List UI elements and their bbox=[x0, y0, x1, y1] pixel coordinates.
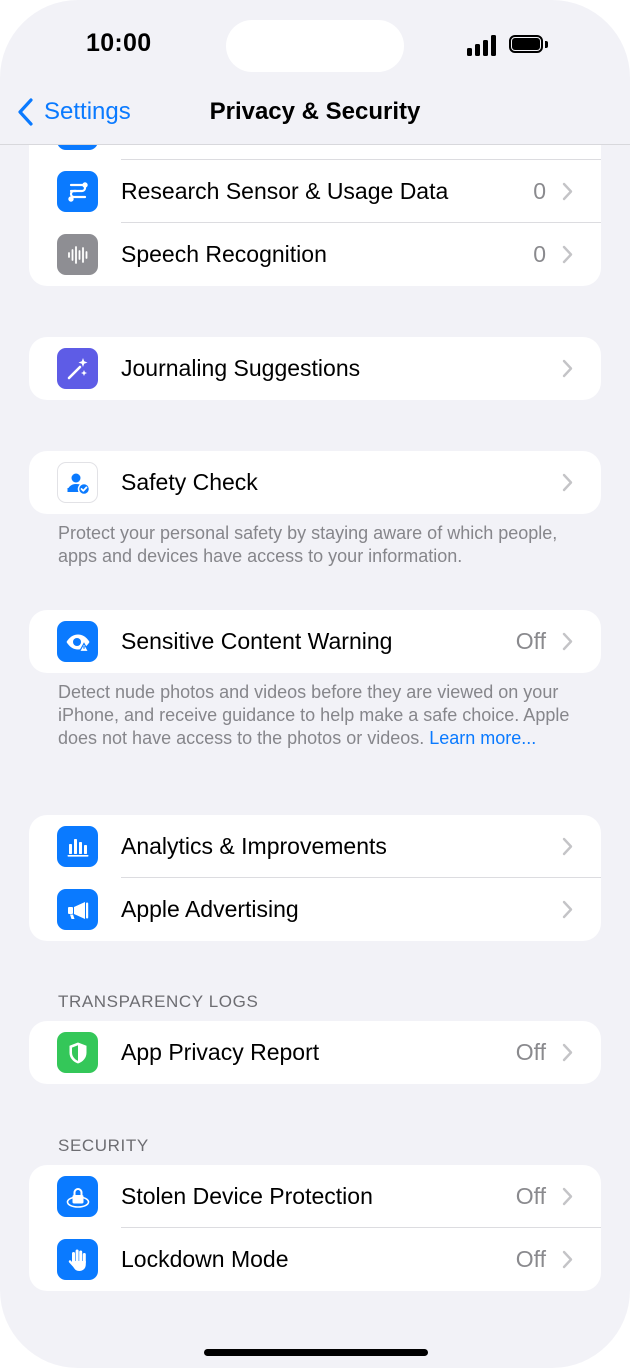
shield-icon bbox=[57, 1032, 98, 1073]
battery-icon bbox=[509, 35, 549, 55]
chevron-right-icon bbox=[562, 182, 573, 201]
row-value: 0 bbox=[533, 241, 546, 267]
hand-icon bbox=[57, 1239, 98, 1280]
row-sensitive-content-warning[interactable]: Sensitive Content Warning Off bbox=[29, 610, 601, 673]
chevron-right-icon bbox=[562, 632, 573, 651]
row-value: 0 bbox=[533, 178, 546, 204]
cellular-signal-icon bbox=[467, 34, 499, 56]
eye-warning-icon bbox=[57, 621, 98, 662]
row-label: Lockdown Mode bbox=[121, 1246, 289, 1272]
row-label: Research Sensor & Usage Data bbox=[121, 178, 449, 204]
status-time: 10:00 bbox=[86, 29, 152, 57]
page-title: Privacy & Security bbox=[209, 98, 421, 125]
row-label: Sensitive Content Warning bbox=[121, 628, 393, 654]
chevron-right-icon bbox=[562, 1043, 573, 1062]
chevron-right-icon bbox=[562, 1250, 573, 1269]
section-header-transparency: TRANSPARENCY LOGS bbox=[58, 992, 259, 1011]
group-transparency-logs: App Privacy Report Off bbox=[29, 1021, 601, 1084]
group-sensitive-content: Sensitive Content Warning Off bbox=[29, 610, 601, 673]
row-research-sensor[interactable]: Research Sensor & Usage Data 0 bbox=[29, 160, 601, 223]
row-app-privacy-report[interactable]: App Privacy Report Off bbox=[29, 1021, 601, 1084]
row-label: Stolen Device Protection bbox=[121, 1183, 373, 1209]
row-value: Off bbox=[515, 628, 546, 654]
section-header-security: SECURITY bbox=[58, 1136, 149, 1155]
sensitive-content-footnote: Detect nude photos and videos before the… bbox=[58, 681, 578, 750]
row-journaling-suggestions[interactable]: Journaling Suggestions bbox=[29, 337, 601, 400]
row-label: App Privacy Report bbox=[121, 1039, 320, 1065]
row-speech-recognition[interactable]: Speech Recognition 0 bbox=[29, 223, 601, 286]
chevron-right-icon bbox=[562, 473, 573, 492]
sparkles-icon bbox=[57, 348, 98, 389]
group-security: Stolen Device Protection Off Lockdown Mo… bbox=[29, 1165, 601, 1291]
phone-screen: 10:00 Research Sensor & Usage Data 0 Spe… bbox=[0, 0, 630, 1368]
chevron-right-icon bbox=[562, 245, 573, 264]
row-value: Off bbox=[515, 1246, 546, 1272]
chevron-right-icon bbox=[562, 1187, 573, 1206]
row-label: Speech Recognition bbox=[121, 241, 327, 267]
row-lockdown-mode[interactable]: Lockdown Mode Off bbox=[29, 1228, 601, 1291]
chevron-right-icon bbox=[562, 900, 573, 919]
group-safety-check: Safety Check bbox=[29, 451, 601, 514]
waveform-icon bbox=[57, 234, 98, 275]
chevron-right-icon bbox=[562, 359, 573, 378]
navigation-bar: Settings Privacy & Security bbox=[0, 80, 630, 145]
safety-check-footnote: Protect your personal safety by staying … bbox=[58, 523, 558, 566]
row-analytics-improvements[interactable]: Analytics & Improvements bbox=[29, 815, 601, 878]
chevron-right-icon bbox=[562, 837, 573, 856]
megaphone-icon bbox=[57, 889, 98, 930]
dynamic-island bbox=[226, 20, 404, 72]
group-analytics: Analytics & Improvements Apple Advertisi… bbox=[29, 815, 601, 941]
row-apple-advertising[interactable]: Apple Advertising bbox=[29, 878, 601, 941]
person-check-icon bbox=[57, 462, 98, 503]
learn-more-link[interactable]: Learn more... bbox=[429, 728, 536, 748]
row-stolen-device-protection[interactable]: Stolen Device Protection Off bbox=[29, 1165, 601, 1228]
row-label: Safety Check bbox=[121, 469, 258, 495]
home-indicator[interactable] bbox=[204, 1349, 428, 1356]
row-safety-check[interactable]: Safety Check bbox=[29, 451, 601, 514]
row-label: Apple Advertising bbox=[121, 896, 299, 922]
row-value: Off bbox=[515, 1039, 546, 1065]
row-label: Analytics & Improvements bbox=[121, 833, 387, 859]
lock-icon bbox=[57, 1176, 98, 1217]
group-journaling: Journaling Suggestions bbox=[29, 337, 601, 400]
bar-chart-icon bbox=[57, 826, 98, 867]
row-label: Journaling Suggestions bbox=[121, 355, 361, 381]
research-sensor-icon bbox=[57, 171, 98, 212]
row-value: Off bbox=[515, 1183, 546, 1209]
